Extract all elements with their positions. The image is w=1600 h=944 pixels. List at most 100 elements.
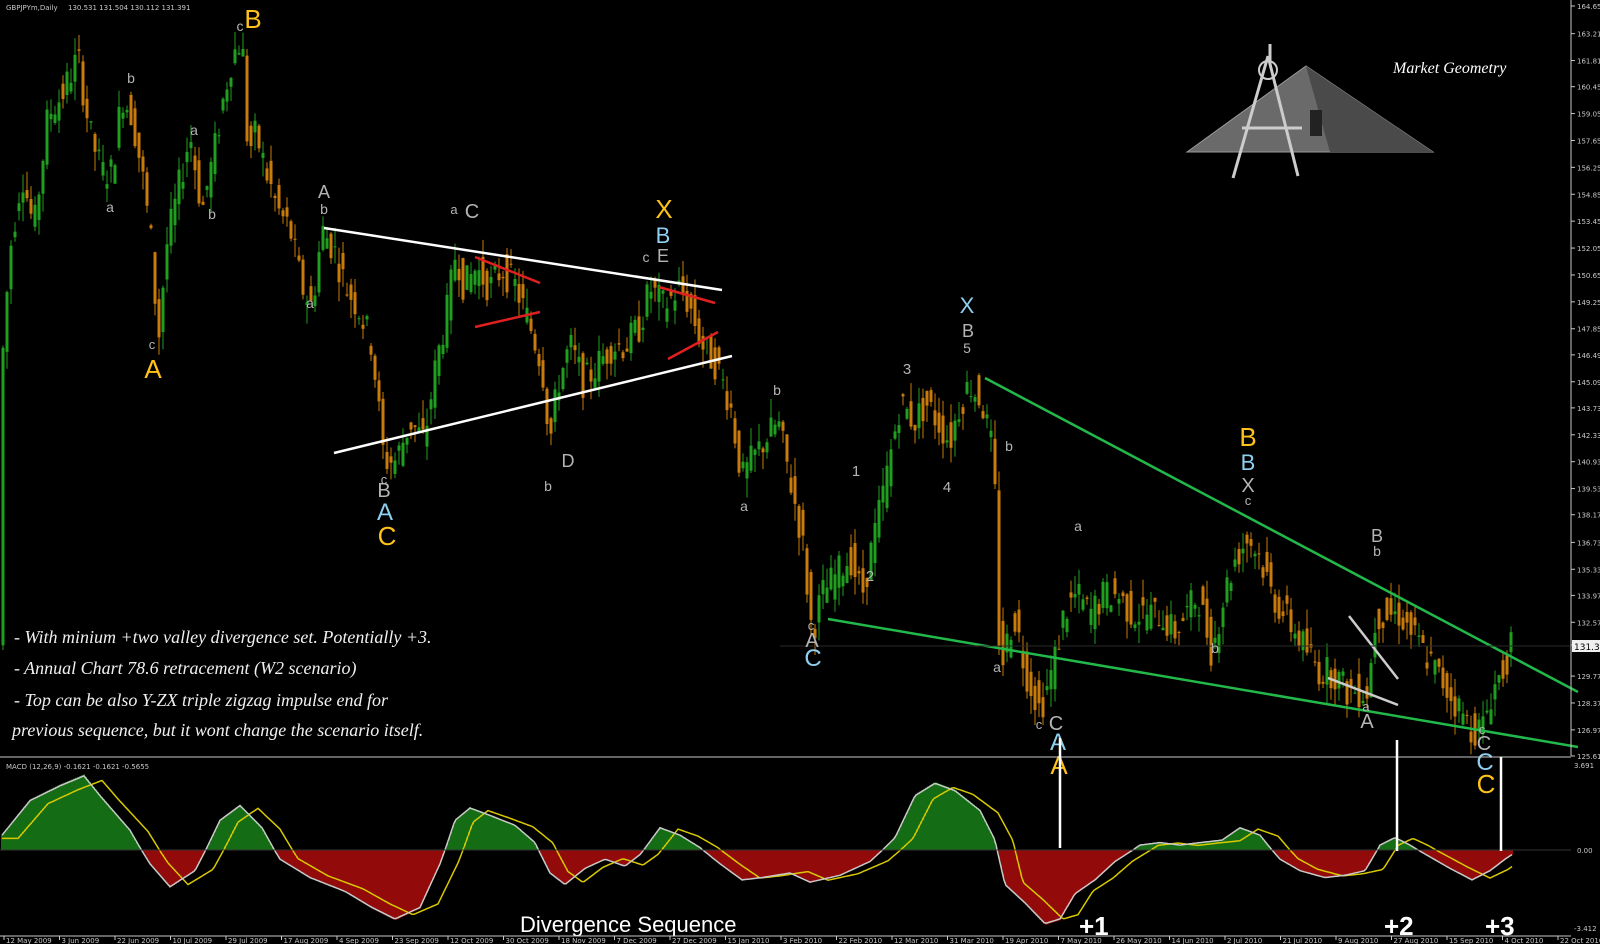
candle-body [1305, 628, 1309, 653]
candle-body [281, 210, 285, 217]
candle-body [965, 382, 969, 394]
candle-body [857, 571, 861, 574]
candle-body [1001, 620, 1005, 666]
candle-body [613, 351, 617, 360]
candle-body [701, 335, 705, 350]
candle-body [589, 369, 593, 382]
candle-body [1017, 609, 1021, 633]
candle-body [1205, 598, 1209, 638]
candle-body [41, 160, 45, 194]
candle-body [449, 269, 453, 321]
candle-body [1093, 595, 1097, 630]
candle-body [357, 318, 361, 320]
candle-body [549, 418, 553, 434]
candle-body [189, 142, 193, 149]
candle-body [513, 279, 517, 286]
wave-label: C [804, 645, 821, 672]
candle-body [693, 295, 697, 326]
candle-body [5, 292, 9, 352]
candle-body [1057, 648, 1061, 650]
candle-body [101, 162, 105, 176]
wave-label: b [127, 70, 135, 86]
candle-body [1125, 594, 1129, 622]
candle-body [109, 159, 113, 167]
wave-label: A [144, 354, 162, 384]
candle-body [1337, 671, 1341, 689]
candle-body [957, 419, 961, 422]
candle-body [1053, 646, 1057, 690]
candle-body [1261, 567, 1265, 578]
wave-label: X [960, 293, 975, 318]
price-tick-label: 132.57 [1577, 619, 1600, 627]
candle-body [321, 225, 325, 250]
candle-body [781, 421, 785, 431]
candle-body [1417, 635, 1421, 637]
candle-body [381, 398, 385, 445]
wave-label: a [106, 199, 114, 215]
candle-body [1245, 534, 1249, 544]
candle-body [1297, 630, 1301, 647]
candle-body [765, 442, 769, 453]
date-tick-label: 26 May 2010 [1116, 937, 1162, 944]
note-line-4: previous sequence, but it wont change th… [10, 720, 423, 740]
candle-body [1069, 592, 1073, 598]
candle-body [1173, 621, 1177, 639]
candle-body [161, 287, 165, 333]
candle-body [1369, 663, 1373, 698]
candle-body [429, 399, 433, 410]
price-tick-label: 156.25 [1577, 164, 1600, 172]
candle-body [1229, 583, 1233, 592]
candle-body [905, 408, 909, 419]
candle-body [785, 434, 789, 462]
candle-body [21, 192, 25, 203]
wave-label: C [1477, 769, 1496, 799]
candle-body [1405, 611, 1409, 623]
candle-body [1109, 605, 1113, 612]
candle-body [477, 270, 481, 287]
price-tick-label: 161.81 [1577, 58, 1600, 66]
candle-body [633, 319, 637, 333]
candle-body [293, 238, 297, 240]
candle-body [349, 284, 353, 300]
candle-body [1393, 611, 1397, 615]
candle-body [125, 109, 129, 113]
candle-body [733, 418, 737, 444]
price-tick-label: 135.33 [1577, 566, 1600, 574]
candle-body [1085, 597, 1089, 599]
candle-body [121, 112, 125, 119]
wave-label: A [1360, 711, 1374, 733]
candle-body [221, 98, 225, 111]
candle-body [1381, 622, 1385, 628]
candle-body [17, 203, 21, 212]
candle-body [153, 252, 157, 304]
candle-body [541, 360, 545, 388]
candle-body [197, 160, 201, 204]
candle-body [821, 579, 825, 595]
candle-body [1489, 709, 1493, 725]
candle-body [661, 290, 665, 294]
candle-body [73, 54, 77, 82]
candle-body [1025, 651, 1029, 692]
candle-body [1461, 713, 1465, 725]
candle-body [861, 568, 865, 593]
candle-body [1497, 675, 1501, 683]
candle-body [793, 476, 797, 504]
candle-body [949, 422, 953, 448]
candle-body [745, 462, 749, 479]
candle-body [1277, 596, 1281, 619]
candle-body [433, 360, 437, 408]
candle-body [1013, 613, 1017, 632]
candle-body [149, 225, 153, 229]
candle-body [1301, 631, 1305, 651]
candle-body [573, 345, 577, 351]
candle-body [545, 388, 549, 425]
price-tick-label: 145.09 [1577, 379, 1600, 387]
wave-label: a [306, 295, 314, 311]
candle-body [1325, 657, 1329, 685]
candle-body [1077, 583, 1081, 595]
candle-body [849, 547, 853, 576]
candle-body [1409, 612, 1413, 635]
candle-body [1097, 603, 1101, 615]
candle-body [1061, 610, 1065, 628]
candle-body [1237, 549, 1241, 565]
